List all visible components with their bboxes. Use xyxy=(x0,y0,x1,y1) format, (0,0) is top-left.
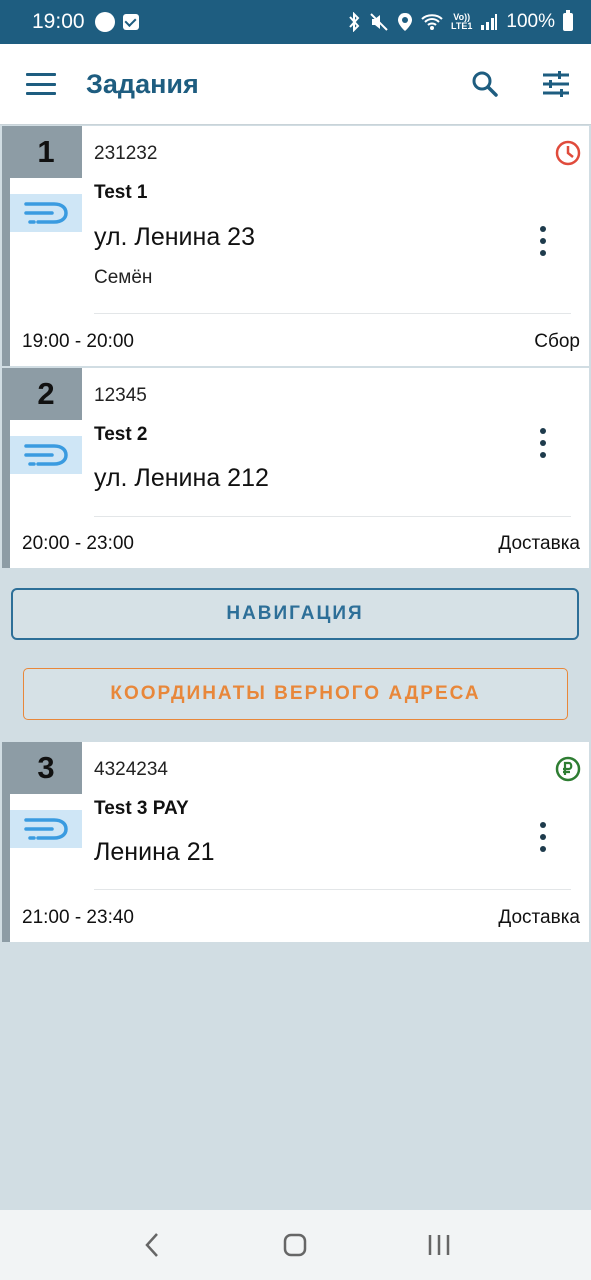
task-card[interactable]: 3 4324234 Test 3 PAY Ленина 21 21:00 - 2… xyxy=(2,742,589,942)
circle-icon xyxy=(94,12,115,32)
task-name: Test 3 PAY xyxy=(94,798,189,819)
task-number: 2 xyxy=(10,368,82,420)
company-logo-icon xyxy=(10,810,82,848)
search-icon[interactable] xyxy=(471,70,499,98)
task-type: Доставка xyxy=(498,533,580,554)
filter-icon[interactable] xyxy=(541,70,571,98)
company-logo-icon xyxy=(10,194,82,232)
divider xyxy=(94,313,571,314)
volte-icon: Vo)) LTE1 xyxy=(451,13,472,31)
mute-icon xyxy=(369,12,389,32)
checkbox-icon xyxy=(122,14,139,30)
task-address: ул. Ленина 23 xyxy=(94,223,255,251)
app-bar: Задания xyxy=(0,44,591,125)
back-icon[interactable] xyxy=(132,1225,172,1265)
task-time: 20:00 - 23:00 xyxy=(22,533,134,554)
task-name: Test 2 xyxy=(94,424,148,445)
task-number: 3 xyxy=(10,742,82,794)
page-title: Задания xyxy=(86,68,199,99)
clock-icon xyxy=(555,140,581,171)
task-card[interactable]: 1 231232 Test 1 ул. Ленина 23 Семён 19:0… xyxy=(2,126,589,366)
more-options-icon[interactable] xyxy=(535,822,551,852)
more-options-icon[interactable] xyxy=(535,226,551,256)
task-address: Ленина 21 xyxy=(94,838,215,866)
correct-address-coordinates-button[interactable]: КООРДИНАТЫ ВЕРНОГО АДРЕСА xyxy=(23,668,568,720)
system-navigation-bar xyxy=(0,1210,591,1280)
company-logo-icon xyxy=(10,436,82,474)
navigation-button[interactable]: НАВИГАЦИЯ xyxy=(11,588,579,640)
more-options-icon[interactable] xyxy=(535,428,551,458)
task-id: 231232 xyxy=(94,143,158,164)
task-id: 12345 xyxy=(94,385,147,406)
signal-icon xyxy=(480,13,498,31)
task-card[interactable]: 2 12345 Test 2 ул. Ленина 212 20:00 - 23… xyxy=(2,368,589,568)
menu-icon[interactable] xyxy=(26,73,56,95)
bluetooth-icon xyxy=(347,12,361,32)
task-address: ул. Ленина 212 xyxy=(94,464,269,492)
divider xyxy=(94,889,571,890)
volte-bottom-label: LTE1 xyxy=(451,21,473,31)
task-time: 21:00 - 23:40 xyxy=(22,907,134,928)
status-bar: 19:00 Vo)) LTE1 100% xyxy=(0,0,591,44)
ruble-icon xyxy=(555,756,581,787)
task-number: 1 xyxy=(10,126,82,178)
location-icon xyxy=(397,12,413,32)
wifi-icon xyxy=(421,13,443,31)
task-id: 4324234 xyxy=(94,759,168,780)
recents-icon[interactable] xyxy=(419,1225,459,1265)
task-type: Сбор xyxy=(534,331,580,352)
task-name: Test 1 xyxy=(94,182,148,203)
divider xyxy=(94,516,571,517)
task-time: 19:00 - 20:00 xyxy=(22,331,134,352)
task-list-secondary: 3 4324234 Test 3 PAY Ленина 21 21:00 - 2… xyxy=(0,742,591,942)
task-person: Семён xyxy=(94,267,153,288)
battery-percent: 100% xyxy=(506,11,555,32)
home-icon[interactable] xyxy=(275,1225,315,1265)
task-type: Доставка xyxy=(498,907,580,928)
status-time: 19:00 xyxy=(32,10,85,33)
battery-icon xyxy=(563,10,573,31)
task-list: 1 231232 Test 1 ул. Ленина 23 Семён 19:0… xyxy=(0,126,591,568)
